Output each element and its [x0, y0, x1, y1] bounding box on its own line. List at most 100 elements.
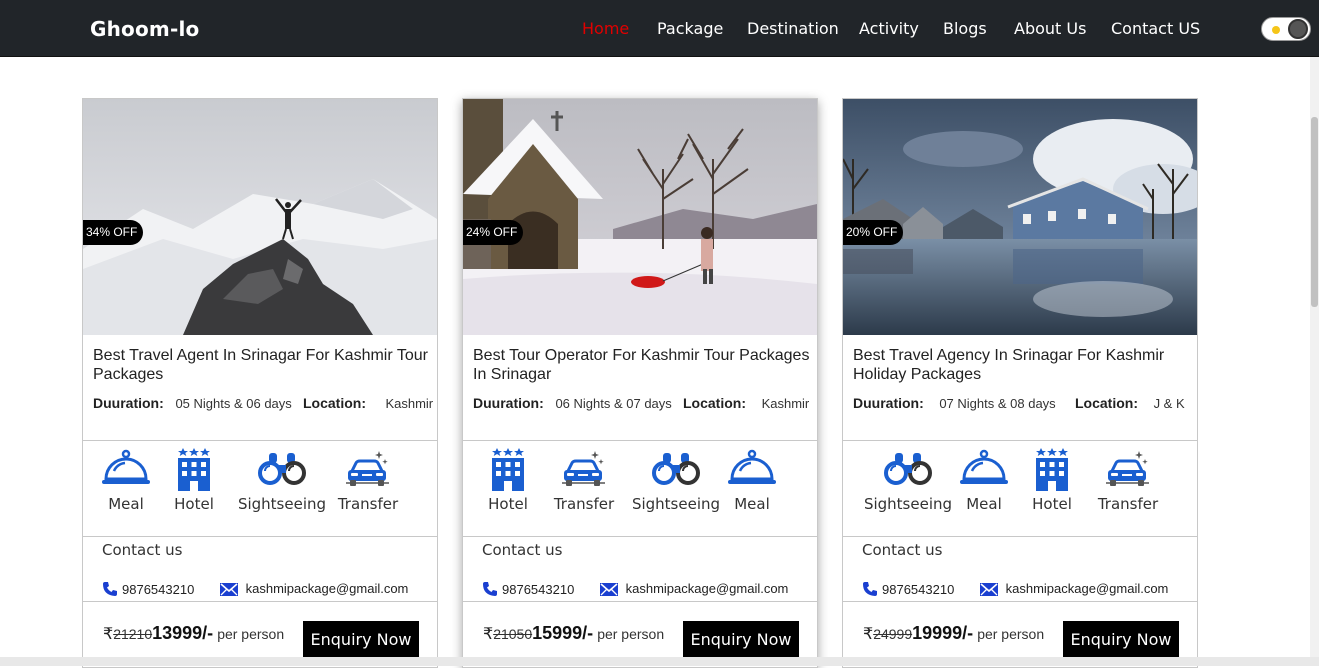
- email-contact[interactable]: kashmipackage@gmail.com: [220, 581, 408, 596]
- feature-hotel: Hotel: [154, 446, 234, 513]
- location: Location: Kashmir: [303, 395, 433, 411]
- phone-contact[interactable]: 9876543210: [862, 581, 954, 597]
- price: ₹2121013999/- per person: [103, 623, 284, 644]
- meal-cloche-icon: [727, 449, 777, 489]
- theme-toggle[interactable]: [1261, 17, 1311, 41]
- duration: Duuration: 05 Nights & 06 days: [93, 395, 292, 411]
- divider: [843, 440, 1197, 441]
- package-card: 20% OFF Best Travel Agency In Srinagar F…: [842, 98, 1198, 668]
- location: Location: J & K: [1075, 395, 1185, 411]
- per-person: per person: [597, 626, 665, 642]
- package-title[interactable]: Best Tour Operator For Kashmir Tour Pack…: [473, 346, 813, 384]
- rupee-symbol: ₹: [103, 626, 114, 643]
- feature-hotel: Hotel: [1012, 446, 1092, 513]
- email-address: kashmipackage@gmail.com: [625, 581, 789, 596]
- mail-icon: [220, 583, 238, 596]
- feature-label: Hotel: [488, 495, 528, 513]
- nav-activity[interactable]: Activity: [859, 19, 919, 38]
- location-value: Kashmir: [761, 396, 810, 411]
- enquiry-now-button[interactable]: Enquiry Now: [303, 621, 419, 659]
- top-navbar: Ghoom-lo Home Package Destination Activi…: [0, 0, 1319, 57]
- duration-value: 06 Nights & 07 days: [555, 396, 672, 411]
- discount-badge: 34% OFF: [83, 220, 144, 245]
- feature-transfer: Transfer: [1088, 449, 1168, 513]
- feature-sightseeing: Sightseeing: [227, 451, 337, 513]
- car-icon: [345, 449, 391, 489]
- rupee-symbol: ₹: [483, 626, 494, 643]
- snow-chapel-photo[interactable]: [463, 99, 817, 335]
- package-card: 34% OFF Best Travel Agent In Srinagar Fo…: [82, 98, 438, 668]
- divider: [463, 440, 817, 441]
- feature-label: Sightseeing: [237, 495, 327, 513]
- contact-heading: Contact us: [102, 541, 183, 559]
- price: ₹2499919999/- per person: [863, 623, 1044, 644]
- snow-mountain-photo[interactable]: [83, 99, 437, 335]
- feature-transfer: Transfer: [544, 449, 624, 513]
- price: ₹2105015999/- per person: [483, 623, 664, 644]
- divider: [463, 536, 817, 537]
- divider: [843, 601, 1197, 602]
- feature-transfer: Transfer: [328, 449, 408, 513]
- car-icon: [561, 449, 607, 489]
- contact-heading: Contact us: [482, 541, 563, 559]
- feature-label: Transfer: [337, 495, 399, 513]
- email-address: kashmipackage@gmail.com: [245, 581, 409, 596]
- location-label: Location:: [303, 395, 366, 411]
- nav-destination[interactable]: Destination: [747, 19, 839, 38]
- brand-logo[interactable]: Ghoom-lo: [90, 17, 199, 41]
- mail-icon: [600, 583, 618, 596]
- binoculars-icon: [258, 451, 306, 487]
- nav-package[interactable]: Package: [657, 19, 723, 38]
- email-address: kashmipackage@gmail.com: [1005, 581, 1169, 596]
- nav-about-us[interactable]: About Us: [1014, 19, 1086, 38]
- package-title[interactable]: Best Travel Agent In Srinagar For Kashmi…: [93, 346, 433, 384]
- email-contact[interactable]: kashmipackage@gmail.com: [600, 581, 788, 596]
- location-label: Location:: [1075, 395, 1138, 411]
- duration-value: 07 Nights & 08 days: [939, 396, 1056, 411]
- feature-label: Transfer: [553, 495, 615, 513]
- hotel-icon: [488, 446, 528, 492]
- scrollbar-thumb[interactable]: [1311, 117, 1318, 307]
- rupee-symbol: ₹: [863, 626, 874, 643]
- email-contact[interactable]: kashmipackage@gmail.com: [980, 581, 1168, 596]
- package-title[interactable]: Best Travel Agency In Srinagar For Kashm…: [853, 346, 1193, 384]
- enquiry-now-button[interactable]: Enquiry Now: [683, 621, 799, 659]
- phone-icon: [102, 581, 118, 597]
- page-scrollbar[interactable]: [1310, 57, 1319, 666]
- divider: [83, 440, 437, 441]
- phone-number: 9876543210: [122, 582, 195, 597]
- feature-label: Hotel: [174, 495, 214, 513]
- phone-icon: [862, 581, 878, 597]
- phone-contact[interactable]: 9876543210: [102, 581, 194, 597]
- phone-number: 9876543210: [502, 582, 575, 597]
- duration: Duuration: 07 Nights & 08 days: [853, 395, 1056, 411]
- divider: [843, 536, 1197, 537]
- nav-blogs[interactable]: Blogs: [943, 19, 987, 38]
- contact-heading: Contact us: [862, 541, 943, 559]
- location: Location: Kashmir: [683, 395, 809, 411]
- phone-icon: [482, 581, 498, 597]
- feature-hotel: Hotel: [468, 446, 548, 513]
- lake-houses-photo[interactable]: [843, 99, 1197, 335]
- duration-value: 05 Nights & 06 days: [175, 396, 292, 411]
- enquiry-now-button[interactable]: Enquiry Now: [1063, 621, 1179, 659]
- old-price: 24999: [873, 626, 913, 642]
- divider: [463, 601, 817, 602]
- location-value: J & K: [1153, 396, 1185, 411]
- mail-icon: [980, 583, 998, 596]
- location-label: Location:: [683, 395, 746, 411]
- package-card: 24% OFF Best Tour Operator For Kashmir T…: [462, 98, 818, 668]
- feature-label: Hotel: [1032, 495, 1072, 513]
- binoculars-icon: [884, 451, 932, 487]
- hotel-icon: [174, 446, 214, 492]
- duration: Duuration: 06 Nights & 07 days: [473, 395, 672, 411]
- nav-home[interactable]: Home: [582, 19, 629, 38]
- nav-contact-us[interactable]: Contact US: [1111, 19, 1200, 38]
- binoculars-icon: [652, 451, 700, 487]
- duration-label: Duuration:: [853, 395, 924, 411]
- phone-number: 9876543210: [882, 582, 955, 597]
- phone-contact[interactable]: 9876543210: [482, 581, 574, 597]
- discount-badge: 24% OFF: [463, 220, 524, 245]
- duration-label: Duuration:: [93, 395, 164, 411]
- meal-cloche-icon: [101, 449, 151, 489]
